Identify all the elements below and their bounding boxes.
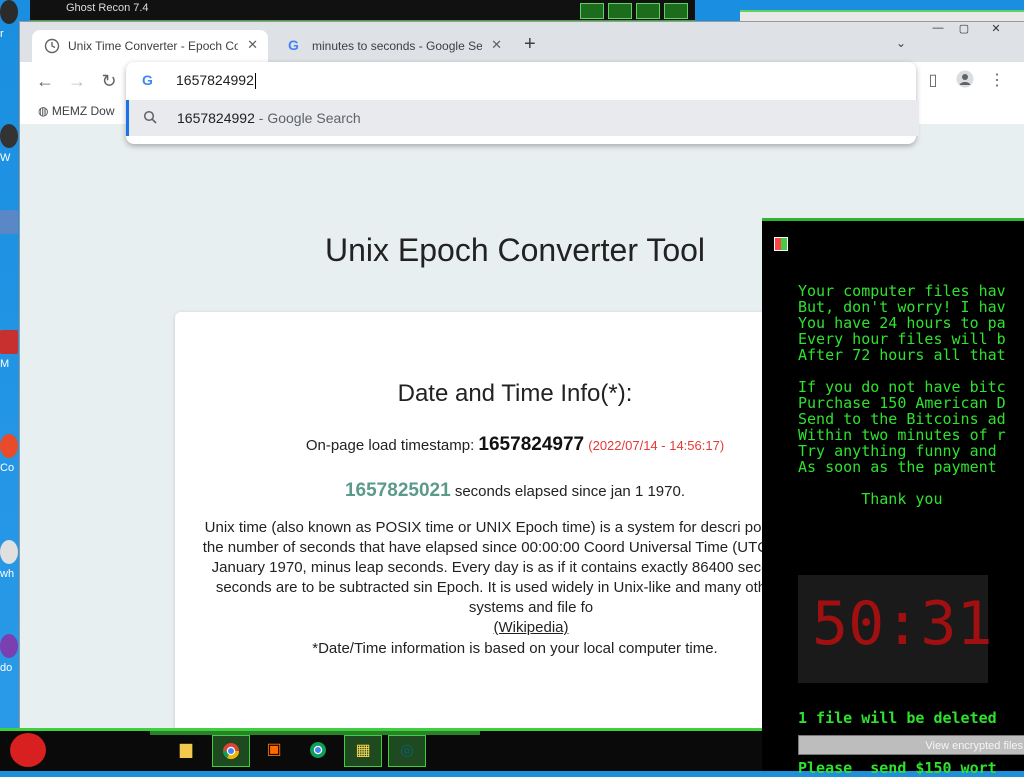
app-icon (0, 0, 18, 24)
background-window-button[interactable] (580, 3, 604, 19)
close-tab-icon[interactable]: ✕ (491, 37, 502, 53)
start-button-angry-bird-icon[interactable] (10, 733, 46, 767)
file-explorer-icon[interactable]: ▆ (168, 735, 204, 765)
elapsed-seconds: 1657825021 (344, 480, 451, 501)
app-icon (0, 434, 18, 458)
desktop-icon[interactable]: W (0, 124, 22, 164)
desktop-icon-label: r (0, 28, 4, 40)
close-window-button[interactable]: ✕ (986, 22, 1006, 38)
desktop-icon-label: do (0, 662, 13, 674)
menu-icon[interactable]: ⋮ (986, 70, 1008, 92)
background-window-button[interactable] (636, 3, 660, 19)
wikipedia-link[interactable]: (Wikipedia) (493, 619, 568, 636)
load-date: (2022/07/14 - 14:56:17) (588, 438, 725, 453)
tab-search-button[interactable]: ⌄ (896, 36, 906, 50)
desktop-icon[interactable]: M (0, 330, 22, 370)
omnibox-dropdown[interactable]: G 1657824992 1657824992 - Google Search (126, 62, 919, 144)
app-icon (0, 210, 18, 234)
elapsed-line: 1657825021 seconds elapsed since jan 1 1… (175, 480, 855, 502)
profile-icon[interactable] (954, 70, 976, 92)
google-icon: G (142, 72, 153, 88)
desktop-icon-label: M (0, 358, 10, 370)
bookmark-memz[interactable]: ◍ MEMZ Dow (38, 104, 115, 118)
search-icon (143, 110, 157, 127)
app-icon (0, 634, 18, 658)
desktop-icon-label: wh (0, 568, 15, 580)
text-caret (254, 73, 256, 90)
clock-icon (44, 38, 60, 54)
countdown-panel: 50:31 (798, 575, 993, 683)
background-window-title: Ghost Recon 7.4 (66, 2, 149, 14)
desktop-icon-label: Co (0, 462, 15, 474)
info-card: Date and Time Info(*): On-page load time… (175, 312, 859, 728)
desktop-icon[interactable]: do (0, 634, 22, 674)
suggestion-suffix: - Google Search (254, 110, 361, 126)
elapsed-text: seconds elapsed since jan 1 1970. (454, 483, 685, 500)
reload-icon[interactable]: ↻ (98, 70, 120, 92)
time-note: *Date/Time information is based on your … (312, 640, 718, 657)
ransom-message: Your computer files hav But, don't worry… (798, 282, 1006, 508)
desktop-icon[interactable]: Co (0, 434, 22, 474)
tab-label: minutes to seconds - Google Sea (312, 39, 482, 53)
back-icon[interactable]: ← (34, 70, 56, 92)
desktop-icon[interactable]: r (0, 0, 22, 40)
search-suggestion[interactable]: 1657824992 - Google Search (126, 100, 919, 136)
google-icon: G (288, 37, 299, 53)
forward-icon[interactable]: → (66, 70, 88, 92)
address-query: 1657824992 (176, 72, 254, 88)
payment-notice: Please send $150 wort (798, 759, 997, 777)
tab-unix-time-converter[interactable]: Unix Time Converter - Epoch Co ✕ (32, 30, 268, 62)
address-input[interactable]: 1657824992 (176, 72, 256, 90)
app-taskbar-icon[interactable]: ◎ (388, 735, 426, 767)
tab-bar: Unix Time Converter - Epoch Co ✕ G minut… (20, 22, 1024, 62)
app-icon (0, 540, 18, 564)
minimize-button[interactable]: — (928, 22, 948, 38)
app-icon (0, 124, 18, 148)
desktop-icon[interactable] (0, 210, 22, 238)
tab-minutes-to-seconds[interactable]: G minutes to seconds - Google Sea ✕ (276, 30, 512, 62)
view-encrypted-files-button[interactable]: View encrypted files (798, 735, 1024, 755)
new-tab-button[interactable]: + (524, 34, 536, 54)
countdown-timer: 50:31 (812, 589, 993, 659)
maximize-button[interactable]: ▢ (954, 22, 974, 38)
delete-notice: 1 file will be deleted (798, 709, 997, 727)
suggestion-text: 1657824992 - Google Search (177, 110, 361, 126)
app-icon (0, 330, 18, 354)
ransomware-window: Your computer files hav But, don't worry… (762, 218, 1024, 777)
ransomware-app-icon (774, 237, 788, 251)
description-text: Unix time (also known as POSIX time or U… (202, 519, 860, 616)
chrome-alt-icon[interactable] (300, 735, 336, 765)
suggestion-query: 1657824992 (177, 110, 255, 126)
background-window-titlebar[interactable]: Ghost Recon 7.4 (30, 0, 695, 22)
background-window-button[interactable] (664, 3, 688, 19)
close-tab-icon[interactable]: ✕ (247, 37, 258, 53)
tab-label: Unix Time Converter - Epoch Co (68, 39, 238, 53)
ransomware-taskbar-icon[interactable]: ▦ (344, 735, 382, 767)
chrome-icon[interactable] (212, 735, 250, 767)
load-label: On-page load timestamp: (305, 437, 475, 454)
globe-icon: ◍ (38, 104, 49, 118)
bookmark-label: MEMZ Dow (51, 104, 115, 118)
background-window-button[interactable] (608, 3, 632, 19)
game-icon[interactable]: ▣ (256, 735, 292, 765)
load-timestamp: 1657824977 (478, 434, 585, 455)
side-panel-icon[interactable]: ▯ (922, 70, 944, 92)
card-title: Date and Time Info(*): (397, 380, 633, 407)
desktop-icon-label: W (0, 152, 11, 164)
load-timestamp-line: On-page load timestamp: 1657824977 (2022… (175, 434, 855, 456)
desktop-icon[interactable]: wh (0, 540, 22, 580)
